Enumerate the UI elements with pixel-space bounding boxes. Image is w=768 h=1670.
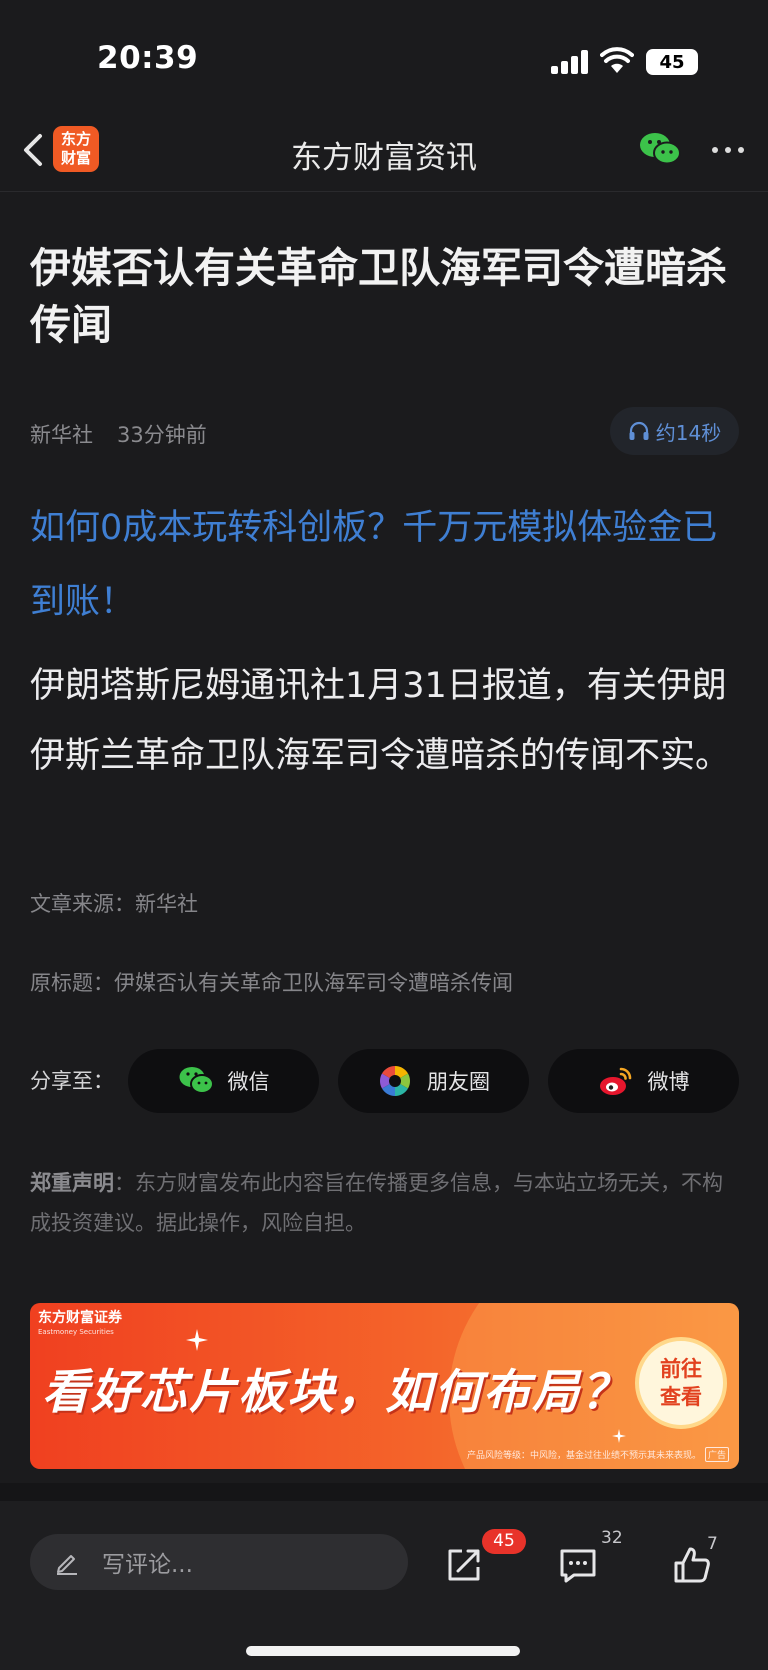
comments-action-button[interactable] bbox=[556, 1543, 600, 1587]
wechat-icon bbox=[179, 1067, 214, 1094]
share-label: 分享至： bbox=[30, 1069, 114, 1093]
article-body: 伊朗塔斯尼姆通讯社1月31日报道，有关伊朗伊斯兰革命卫队海军司令遭暗杀的传闻不实… bbox=[30, 666, 731, 776]
share-out-icon bbox=[448, 1549, 480, 1581]
share-count-badge: 45 bbox=[482, 1529, 526, 1554]
ad-risk-text: 产品风险等级：中风险，基金过往业绩不预示其未来表现。 bbox=[466, 1451, 701, 1461]
bottom-action-bar: 写评论... 45 32 7 bbox=[0, 1501, 768, 1670]
article-source: 文章来源：新华社 bbox=[30, 892, 198, 916]
disclaimer: 郑重声明：东方财富发布此内容旨在传播更多信息，与本站立场无关，不构成投资建议。据… bbox=[30, 1163, 742, 1243]
status-time: 20:39 bbox=[97, 40, 199, 76]
original-title: 原标题：伊媒否认有关革命卫队海军司令遭暗杀传闻 bbox=[30, 971, 513, 995]
ad-cta-button[interactable]: 前往 查看 bbox=[635, 1337, 727, 1429]
ad-brand-name: 东方财富证券 bbox=[38, 1310, 122, 1326]
more-options-icon[interactable] bbox=[710, 136, 746, 162]
section-divider bbox=[0, 1483, 768, 1501]
nav-bar: 东方 财富 东方财富资讯 bbox=[0, 110, 768, 192]
share-action-button[interactable] bbox=[442, 1543, 486, 1587]
ad-cta-line-1: 前往 bbox=[660, 1357, 702, 1381]
ad-brand-logo: 东方财富证券 Eastmoney Securities bbox=[38, 1311, 122, 1339]
status-bar: 20:39 45 bbox=[0, 0, 768, 110]
sparkle-icon bbox=[186, 1329, 208, 1351]
article-meta-time: 33分钟前 bbox=[117, 423, 207, 447]
disclaimer-heading: 郑重声明 bbox=[30, 1171, 114, 1195]
headphone-icon bbox=[629, 421, 649, 440]
ad-tag: 广告 bbox=[704, 1447, 729, 1462]
share-moments-label: 朋友圈 bbox=[427, 1070, 490, 1094]
ad-brand-english: Eastmoney Securities bbox=[38, 1328, 114, 1336]
share-weibo-button[interactable]: 微博 bbox=[548, 1049, 739, 1113]
comment-icon bbox=[560, 1549, 596, 1583]
ad-banner[interactable]: 东方财富证券 Eastmoney Securities 看好芯片板块，如何布局？… bbox=[30, 1303, 739, 1469]
promo-link[interactable]: 如何0成本玩转科创板？千万元模拟体验金已到账！ bbox=[30, 491, 742, 639]
battery-level: 45 bbox=[659, 51, 685, 73]
cellular-signal-icon bbox=[551, 50, 589, 74]
battery-icon: 45 bbox=[646, 49, 698, 75]
share-wechat-button[interactable]: 微信 bbox=[128, 1049, 319, 1113]
share-moments-button[interactable]: 朋友圈 bbox=[338, 1049, 529, 1113]
moments-icon bbox=[379, 1066, 411, 1096]
ad-headline: 看好芯片板块，如何布局？ bbox=[42, 1365, 630, 1420]
ad-risk-note: 产品风险等级：中风险，基金过往业绩不预示其未来表现。 广告 bbox=[467, 1447, 729, 1462]
sparkle-small-icon bbox=[612, 1429, 626, 1443]
disclaimer-text: ：东方财富发布此内容旨在传播更多信息，与本站立场无关，不构成投资建议。据此操作，… bbox=[30, 1171, 723, 1235]
article-meta-source: 新华社 bbox=[30, 423, 93, 447]
audio-duration: 约14秒 bbox=[655, 420, 722, 445]
weibo-icon bbox=[599, 1067, 631, 1095]
ad-cta-line-2: 查看 bbox=[660, 1385, 702, 1409]
wifi-icon bbox=[600, 47, 634, 73]
comment-count: 32 bbox=[601, 1528, 623, 1548]
pencil-icon bbox=[57, 1555, 77, 1575]
article-title: 伊媒否认有关革命卫队海军司令遭暗杀传闻 bbox=[30, 244, 727, 349]
comment-placeholder: 写评论... bbox=[102, 1552, 193, 1578]
home-indicator bbox=[246, 1646, 520, 1656]
share-weibo-label: 微博 bbox=[647, 1070, 690, 1094]
like-count: 7 bbox=[707, 1534, 718, 1554]
listen-audio-button[interactable]: 约14秒 bbox=[610, 407, 739, 455]
comment-input[interactable]: 写评论... bbox=[30, 1534, 408, 1590]
share-wechat-label: 微信 bbox=[227, 1070, 270, 1094]
wechat-share-icon[interactable] bbox=[638, 130, 682, 168]
